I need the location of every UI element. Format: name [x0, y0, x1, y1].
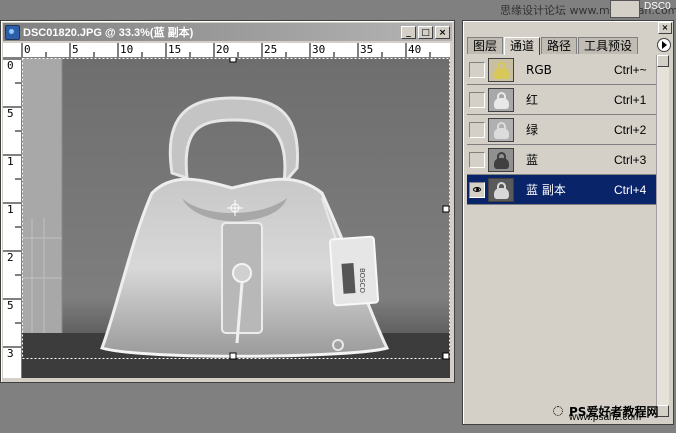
tab-tool-presets[interactable]: 工具预设 [578, 37, 639, 54]
channels-panel: × 图层 通道 路径 工具预设 RGB Ctrl+~ 红 Ctrl+1 绿 Ct… [462, 20, 674, 425]
image-canvas[interactable]: BOSCO [22, 58, 450, 378]
scroll-down-button[interactable] [657, 405, 669, 417]
maximize-button[interactable]: □ [418, 25, 433, 39]
document-title: DSC01820.JPG @ 33.3%(蓝 副本) [23, 27, 194, 39]
panel-menu-button[interactable] [657, 38, 671, 52]
ruler-vertical-ticks [3, 58, 21, 348]
ruler-h-label: 15 [168, 43, 182, 56]
channel-thumbnail [488, 87, 514, 112]
tab-layers[interactable]: 图层 [467, 37, 504, 54]
channel-thumbnail [488, 57, 514, 82]
ruler-v-label: 1 [7, 203, 14, 216]
channel-name: RGB [526, 62, 552, 77]
ruler-v-label: 1 [7, 155, 14, 168]
eye-icon[interactable] [469, 181, 485, 198]
panel-close-button[interactable]: × [658, 22, 672, 34]
channel-row-green[interactable]: 绿 Ctrl+2 [467, 115, 659, 145]
ruler-horizontal-ticks [22, 43, 431, 57]
panel-scrollbar[interactable] [656, 55, 669, 417]
ruler-h-label: 40 [408, 43, 422, 56]
ruler-v-label: 0 [7, 59, 14, 72]
ruler-h-label: 25 [264, 43, 278, 56]
visibility-toggle[interactable] [469, 121, 485, 138]
document-window: DSC01820.JPG @ 33.3%(蓝 副本) _ □ × 0 5 10 … [0, 20, 455, 383]
scroll-up-button[interactable] [657, 55, 669, 67]
visibility-toggle[interactable] [469, 61, 485, 78]
ruler-vertical[interactable]: 0 5 1 1 2 5 3 [3, 58, 22, 378]
ruler-origin[interactable] [3, 43, 22, 58]
channel-thumbnail [488, 117, 514, 142]
ruler-h-label: 20 [216, 43, 230, 56]
channel-thumbnail [488, 147, 514, 172]
ruler-v-label: 2 [7, 251, 14, 264]
panel-titlebar[interactable]: × [464, 22, 672, 36]
channel-list: RGB Ctrl+~ 红 Ctrl+1 绿 Ctrl+2 蓝 Ctrl+3 蓝 … [467, 55, 659, 205]
channel-row-blue[interactable]: 蓝 Ctrl+3 [467, 145, 659, 175]
ruler-h-label: 35 [360, 43, 374, 56]
channel-shortcut: Ctrl+3 [614, 152, 647, 167]
ruler-horizontal[interactable]: 0 5 10 15 20 25 30 35 40 [22, 43, 450, 58]
tab-paths[interactable]: 路径 [541, 37, 578, 54]
document-thumbnail[interactable] [610, 0, 640, 18]
tag-text: BOSCO [358, 268, 366, 294]
panel-tabs: 图层 通道 路径 工具预设 [467, 37, 672, 55]
ruler-h-label: 0 [24, 43, 31, 56]
handbag-channel-image: BOSCO [22, 58, 450, 378]
photoshop-doc-icon [5, 24, 20, 40]
channel-shortcut: Ctrl+~ [614, 62, 647, 77]
document-titlebar[interactable]: DSC01820.JPG @ 33.3%(蓝 副本) _ □ × [3, 23, 452, 41]
ruler-v-label: 5 [7, 299, 14, 312]
channel-name: 蓝 [526, 153, 539, 167]
top-strip: 思缘设计论坛 www.missyuan.com DSC0 [0, 0, 676, 18]
minimize-button[interactable]: _ [401, 25, 416, 39]
close-button[interactable]: × [435, 25, 450, 39]
tab-channels[interactable]: 通道 [504, 37, 541, 55]
ruler-v-label: 3 [7, 347, 14, 360]
visibility-toggle[interactable] [469, 151, 485, 168]
load-selection-icon[interactable] [553, 406, 563, 416]
channel-shortcut: Ctrl+1 [614, 92, 647, 107]
channel-name: 蓝 副本 [526, 183, 566, 197]
ruler-h-label: 30 [312, 43, 326, 56]
visibility-toggle[interactable] [469, 91, 485, 108]
channel-thumbnail [488, 177, 514, 202]
channel-row-rgb[interactable]: RGB Ctrl+~ [467, 55, 659, 85]
channel-shortcut: Ctrl+4 [614, 182, 647, 197]
document-tab-label[interactable]: DSC0 [644, 1, 671, 12]
ruler-h-label: 10 [120, 43, 134, 56]
channel-name: 红 [526, 93, 539, 107]
footer-url: www.psahz.com [569, 412, 642, 423]
channel-shortcut: Ctrl+2 [614, 122, 647, 137]
channel-name: 绿 [526, 123, 539, 137]
ruler-h-label: 5 [72, 43, 79, 56]
channel-row-red[interactable]: 红 Ctrl+1 [467, 85, 659, 115]
ruler-v-label: 5 [7, 107, 14, 120]
channel-row-blue-copy[interactable]: 蓝 副本 Ctrl+4 [467, 175, 659, 205]
